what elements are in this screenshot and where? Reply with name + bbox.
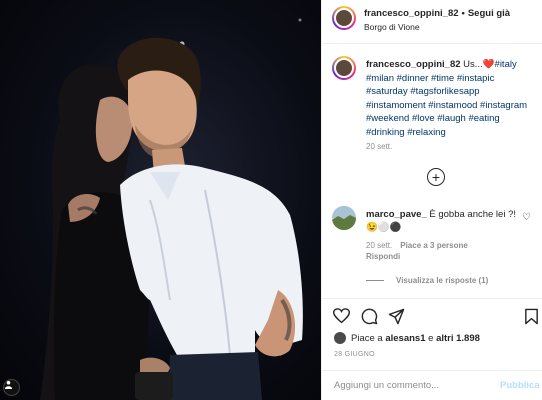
comment-emojis: 😉⚪⚫ [366, 222, 402, 233]
likes-others[interactable]: altri 1.898 [436, 333, 480, 344]
bookmark-icon [524, 308, 538, 324]
reply-button[interactable]: Rispondi [366, 252, 400, 261]
caption-avatar[interactable] [332, 56, 356, 80]
replies-divider [366, 280, 384, 281]
share-button[interactable] [387, 307, 405, 325]
comment-input[interactable] [334, 377, 484, 393]
post-photo[interactable] [0, 0, 321, 400]
caption-text: francesco_oppini_82 Us...❤️#italy #milan… [366, 58, 536, 139]
comment-button[interactable] [360, 307, 378, 325]
comment-avatar-image [332, 206, 356, 230]
caption-prefix: Us... [463, 59, 483, 70]
comment-body: È gobba anche lei ?! [429, 209, 516, 220]
add-comment-bar: Pubblica [322, 370, 542, 400]
comment-like-button[interactable]: ♡ [522, 212, 531, 223]
plus-circle-icon: + [431, 169, 441, 185]
header-username[interactable]: francesco_oppini_82 [364, 8, 459, 19]
heart-outline-icon: ♡ [522, 212, 531, 223]
separator-dot: • [461, 8, 465, 19]
heart-emoji: ❤️ [482, 59, 495, 70]
view-replies-button[interactable]: Visualizza le risposte (1) [366, 276, 488, 285]
avatar[interactable] [332, 6, 356, 30]
user-tag-button[interactable] [3, 379, 20, 396]
photo-illustration [40, 18, 303, 400]
like-button[interactable] [332, 307, 350, 325]
post-header: francesco_oppini_82 • Segui già Borgo di V… [322, 0, 542, 44]
likes-summary[interactable]: Piace a alesans1 e altri 1.898 [334, 332, 480, 344]
post-date[interactable]: 28 GIUGNO [334, 351, 375, 358]
comment-avatar[interactable] [332, 206, 356, 230]
caption-username[interactable]: francesco_oppini_82 [366, 59, 461, 70]
comment-timestamp[interactable]: 20 sett. [366, 241, 392, 250]
likes-user[interactable]: alesans1 [385, 333, 425, 344]
caption-timestamp[interactable]: 20 sett. [366, 142, 392, 151]
user-tag-icon [4, 380, 13, 389]
likes-prefix: Piace a [351, 332, 383, 344]
load-more-comments-button[interactable]: + [427, 168, 445, 186]
caption-hashtags[interactable]: #italy #milan #dinner #time #instapic #s… [366, 59, 527, 138]
comment-likes-count[interactable]: Piace a 3 persone [400, 241, 468, 250]
comment-username[interactable]: marco_pave_ [366, 209, 427, 220]
follow-status-button[interactable]: Segui già [468, 8, 510, 19]
comment-meta: 20 sett. Piace a 3 persone [366, 241, 468, 250]
liker-avatar [334, 332, 346, 344]
heart-outline-icon [332, 308, 350, 324]
view-replies-label: Visualizza le risposte (1) [396, 276, 489, 285]
comment-text: marco_pave_ È gobba anche lei ?! 😉⚪⚫ [366, 208, 516, 234]
post-sidebar: francesco_oppini_82 • Segui già Borgo di V… [321, 0, 542, 400]
save-button[interactable] [522, 307, 540, 325]
comment-icon [361, 308, 377, 324]
location-link[interactable]: Borgo di Vione [364, 22, 420, 32]
header-user-line: francesco_oppini_82 • Segui già [364, 8, 510, 19]
publish-button[interactable]: Pubblica [500, 380, 540, 391]
share-icon [388, 308, 404, 324]
likes-middle: e [428, 332, 434, 344]
